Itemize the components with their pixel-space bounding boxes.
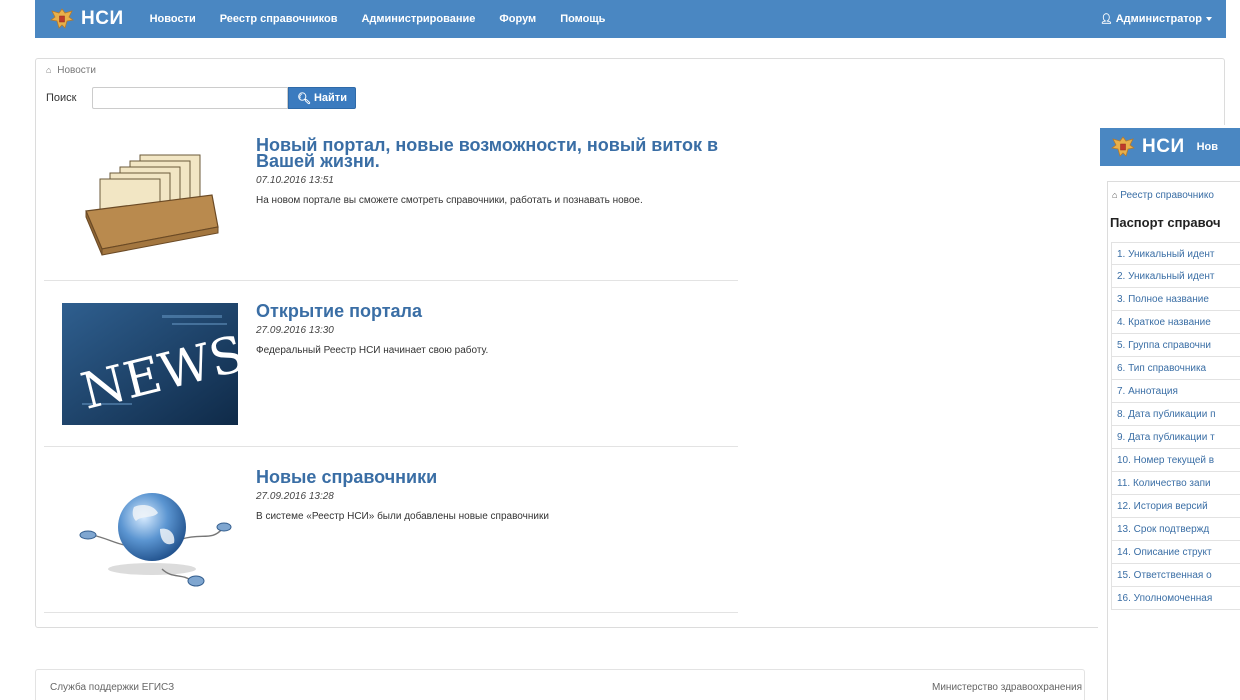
footer: Служба поддержки ЕГИСЗ Министерство здра… bbox=[35, 669, 1085, 700]
caret-down-icon bbox=[1206, 17, 1212, 21]
home-icon[interactable]: ⌂ bbox=[1112, 190, 1117, 200]
top-navbar: НСИ Новости Реестр справочников Админист… bbox=[35, 0, 1226, 38]
side-nav-item-news[interactable]: Нов bbox=[1185, 128, 1230, 166]
side-navbar: НСИ Нов bbox=[1100, 128, 1240, 166]
footer-ministry-text: Министерство здравоохранения bbox=[932, 682, 1082, 693]
breadcrumb: ⌂ Новости bbox=[46, 65, 96, 76]
nav-item-admin[interactable]: Администрирование bbox=[349, 0, 487, 38]
user-icon: 👤︎ bbox=[1100, 13, 1113, 25]
news-title[interactable]: Новые справочники bbox=[256, 468, 726, 486]
eagle-emblem-icon bbox=[50, 8, 74, 29]
side-breadcrumb: ⌂ Реестр справочнико bbox=[1112, 190, 1214, 201]
passport-list-item[interactable]: 12. История версий bbox=[1111, 495, 1240, 518]
nav-item-help[interactable]: Помощь bbox=[548, 0, 617, 38]
news-banner-image: NEWS bbox=[62, 303, 238, 425]
side-breadcrumb-link[interactable]: Реестр справочнико bbox=[1120, 190, 1214, 201]
news-body: Новые справочники 27.09.2016 13:28 В сис… bbox=[256, 468, 726, 522]
news-item: Новый портал, новые возможности, новый в… bbox=[44, 115, 738, 281]
footer-support-link[interactable]: Служба поддержки ЕГИСЗ bbox=[50, 682, 174, 693]
news-body: Новый портал, новые возможности, новый в… bbox=[256, 136, 726, 206]
passport-list-item[interactable]: 4. Краткое название bbox=[1111, 311, 1240, 334]
brand-title: НСИ bbox=[81, 8, 124, 29]
news-date: 27.09.2016 13:30 bbox=[256, 325, 334, 336]
brand-link[interactable]: НСИ bbox=[35, 0, 124, 38]
passport-list-item[interactable]: 15. Ответственная о bbox=[1111, 564, 1240, 587]
news-item: Новые справочники 27.09.2016 13:28 В сис… bbox=[44, 447, 738, 613]
passport-list-item[interactable]: 1. Уникальный идент bbox=[1111, 242, 1240, 265]
news-text: На новом портале вы сможете смотреть спр… bbox=[256, 195, 643, 206]
search-icon: 🔍︎ bbox=[297, 92, 311, 105]
search-button-label: Найти bbox=[313, 92, 347, 104]
globe-network-image bbox=[79, 493, 232, 587]
passport-list-item[interactable]: 9. Дата публикации т bbox=[1111, 426, 1240, 449]
breadcrumb-current: Новости bbox=[57, 65, 96, 76]
overlapping-window: НСИ Нов ⌂ Реестр справочнико Паспорт спр… bbox=[1098, 125, 1240, 700]
news-title[interactable]: Новый портал, новые возможности, новый в… bbox=[256, 136, 726, 170]
passport-list-item[interactable]: 13. Срок подтвержд bbox=[1111, 518, 1240, 541]
passport-list-item[interactable]: 2. Уникальный идент bbox=[1111, 265, 1240, 288]
news-item: NEWS Открытие портала 27.09.2016 13:30 Ф… bbox=[44, 281, 738, 447]
passport-list-item[interactable]: 7. Аннотация bbox=[1111, 380, 1240, 403]
news-title[interactable]: Открытие портала bbox=[256, 302, 726, 320]
card-file-box-image bbox=[85, 154, 219, 256]
user-menu-dropdown[interactable]: 👤︎ Администратор bbox=[1100, 13, 1212, 25]
nav-item-registry[interactable]: Реестр справочников bbox=[208, 0, 350, 38]
news-text: Федеральный Реестр НСИ начинает свою раб… bbox=[256, 345, 489, 356]
passport-list: 1. Уникальный идент 2. Уникальный идент 3.… bbox=[1111, 242, 1240, 610]
home-icon[interactable]: ⌂ bbox=[46, 65, 51, 75]
search-input[interactable] bbox=[92, 87, 288, 109]
passport-list-item[interactable]: 10. Номер текущей в bbox=[1111, 449, 1240, 472]
news-body: Открытие портала 27.09.2016 13:30 Федера… bbox=[256, 302, 726, 356]
search-button[interactable]: 🔍︎ Найти bbox=[288, 87, 356, 109]
passport-list-item[interactable]: 6. Тип справочника bbox=[1111, 357, 1240, 380]
nav-item-news[interactable]: Новости bbox=[138, 0, 208, 38]
passport-list-item[interactable]: 14. Описание структ bbox=[1111, 541, 1240, 564]
side-brand-title: НСИ bbox=[1142, 136, 1185, 157]
passport-list-item[interactable]: 5. Группа справочни bbox=[1111, 334, 1240, 357]
nav-item-forum[interactable]: Форум bbox=[487, 0, 548, 38]
passport-panel: ⌂ Реестр справочнико Паспорт справоч 1. … bbox=[1107, 181, 1240, 700]
eagle-emblem-icon bbox=[1111, 136, 1135, 157]
news-date: 27.09.2016 13:28 bbox=[256, 491, 334, 502]
passport-list-item[interactable]: 8. Дата публикации п bbox=[1111, 403, 1240, 426]
search-bar: Поиск 🔍︎ Найти bbox=[46, 87, 356, 109]
user-name: Администратор bbox=[1115, 13, 1202, 25]
news-text: В системе «Реестр НСИ» были добавлены но… bbox=[256, 511, 549, 522]
passport-list-item[interactable]: 11. Количество запи bbox=[1111, 472, 1240, 495]
search-label: Поиск bbox=[46, 92, 77, 104]
passport-list-item[interactable]: 3. Полное название bbox=[1111, 288, 1240, 311]
nav-menu: Новости Реестр справочников Администриро… bbox=[138, 0, 618, 38]
passport-heading: Паспорт справоч bbox=[1110, 215, 1221, 230]
news-date: 07.10.2016 13:51 bbox=[256, 175, 334, 186]
news-panel: ⌂ Новости Поиск 🔍︎ Найти Новый портал, н… bbox=[35, 58, 1225, 628]
passport-list-item[interactable]: 16. Уполномоченная bbox=[1111, 587, 1240, 610]
